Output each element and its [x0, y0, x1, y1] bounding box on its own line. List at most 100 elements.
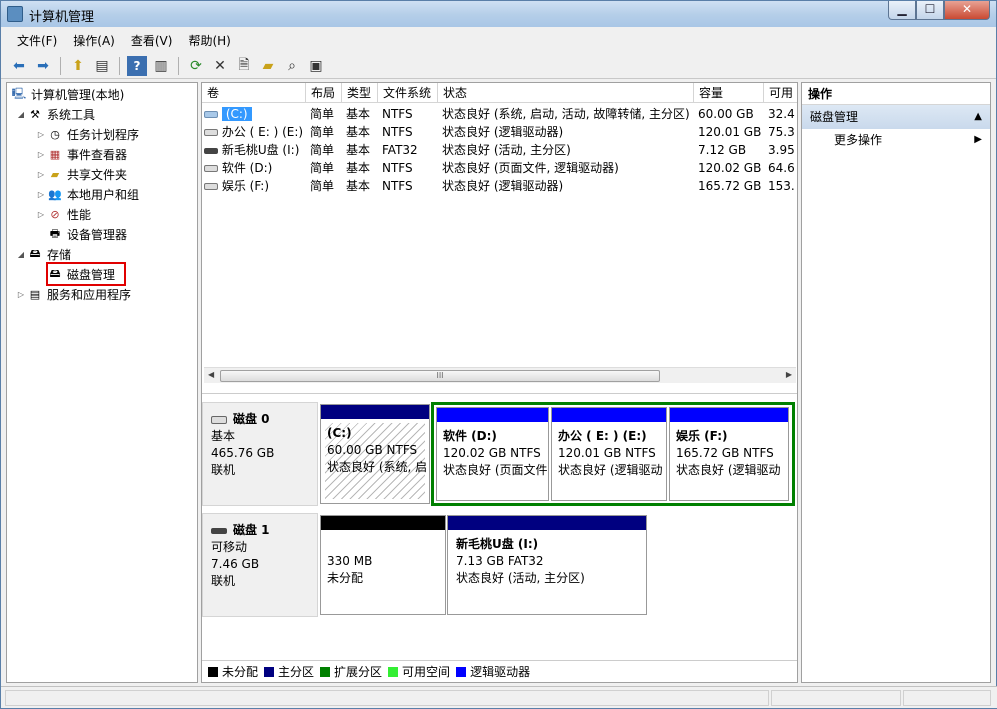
- collapse-up-icon[interactable]: ▲: [974, 105, 982, 129]
- table-row[interactable]: (C:) 简单 基本 NTFS 状态良好 (系统, 启动, 活动, 故障转储, …: [202, 105, 797, 123]
- table-row[interactable]: 软件 (D:) 简单 基本 NTFS 状态良好 (页面文件, 逻辑驱动器) 12…: [202, 159, 797, 177]
- col-status[interactable]: 状态: [438, 83, 694, 103]
- actions-header: 操作: [802, 83, 990, 105]
- up-icon[interactable]: ⬆: [68, 56, 88, 76]
- partition-d[interactable]: 软件 (D:) 120.02 GB NTFS 状态良好 (页面文件: [436, 407, 549, 501]
- col-free[interactable]: 可用: [764, 83, 797, 103]
- show-hide-tree-icon[interactable]: ▤: [92, 56, 112, 76]
- settings-icon[interactable]: ▣: [306, 56, 326, 76]
- properties-icon[interactable]: 🗎: [234, 56, 254, 76]
- expand-icon[interactable]: ▷: [35, 170, 47, 179]
- partition-status: 未分配: [327, 571, 364, 585]
- title-bar[interactable]: 计算机管理 ▁ ☐ ✕: [1, 1, 996, 27]
- drive-icon: [204, 183, 218, 190]
- volume-layout: 简单: [310, 107, 335, 121]
- expand-icon[interactable]: ▷: [15, 290, 27, 299]
- table-row[interactable]: 办公 ( E: ) (E:) 简单 基本 NTFS 状态良好 (逻辑驱动器) 1…: [202, 123, 797, 141]
- col-layout[interactable]: 布局: [306, 83, 342, 103]
- volume-type: 基本: [346, 143, 371, 157]
- disk1-info[interactable]: 磁盘 1 可移动 7.46 GB 联机: [202, 513, 318, 617]
- tree-storage[interactable]: ◢ 🖴 存储: [15, 245, 71, 263]
- disk0-name: 磁盘 0: [233, 412, 270, 426]
- more-actions-label: 更多操作: [834, 133, 883, 147]
- partition-f[interactable]: 娱乐 (F:) 165.72 GB NTFS 状态良好 (逻辑驱动: [669, 407, 789, 501]
- disk-layout-area: 磁盘 0 基本 465.76 GB 联机 (C:) 60.00 GB NTFS …: [202, 393, 797, 682]
- volume-type: 基本: [346, 125, 371, 139]
- partition-unallocated[interactable]: 330 MB 未分配: [320, 515, 446, 615]
- panel-icon[interactable]: ▥: [151, 56, 171, 76]
- legend-swatch: [208, 666, 218, 677]
- forward-icon[interactable]: ➡: [33, 56, 53, 76]
- partition-size: 330 MB: [327, 554, 373, 568]
- collapse-icon[interactable]: ◢: [15, 110, 27, 119]
- maximize-button[interactable]: ☐: [916, 1, 944, 20]
- delete-icon[interactable]: ✕: [210, 56, 230, 76]
- menu-action[interactable]: 操作(A): [65, 30, 123, 50]
- close-button[interactable]: ✕: [944, 1, 990, 20]
- menu-file[interactable]: 文件(F): [9, 30, 65, 50]
- horizontal-scrollbar[interactable]: ◀ III ▶: [204, 367, 796, 383]
- volume-name: 软件 (D:): [221, 161, 273, 175]
- open-icon[interactable]: ▰: [258, 56, 278, 76]
- actions-section-disk-management[interactable]: 磁盘管理 ▲: [802, 105, 990, 129]
- disk0-info[interactable]: 磁盘 0 基本 465.76 GB 联机: [202, 402, 318, 506]
- tree-services-apps[interactable]: ▷ ▤ 服务和应用程序: [15, 285, 131, 303]
- table-row[interactable]: 娱乐 (F:) 简单 基本 NTFS 状态良好 (逻辑驱动器) 165.72 G…: [202, 177, 797, 195]
- partition-i[interactable]: 新毛桃U盘 (I:) 7.13 GB FAT32 状态良好 (活动, 主分区): [447, 515, 647, 615]
- refresh-icon[interactable]: ⟳: [186, 56, 206, 76]
- tree-shared-folders[interactable]: ▷ ▰ 共享文件夹: [35, 165, 127, 183]
- removable-disk-icon: [211, 527, 227, 534]
- tree-event-viewer[interactable]: ▷ ▦ 事件查看器: [35, 145, 127, 163]
- volume-type: 基本: [346, 161, 371, 175]
- users-icon: 👥: [48, 187, 62, 201]
- tree-storage-label: 存储: [47, 247, 72, 262]
- partition-name: 娱乐 (F:): [676, 429, 728, 443]
- expand-icon[interactable]: ▷: [35, 150, 47, 159]
- scroll-thumb[interactable]: III: [220, 370, 660, 382]
- tree-performance-label: 性能: [67, 207, 92, 222]
- col-type[interactable]: 类型: [342, 83, 378, 103]
- partition-c[interactable]: (C:) 60.00 GB NTFS 状态良好 (系统, 启: [320, 404, 430, 504]
- more-actions-item[interactable]: 更多操作 ▶: [802, 129, 990, 151]
- partition-size: 7.13 GB FAT32: [456, 554, 544, 568]
- table-row[interactable]: 新毛桃U盘 (I:) 简单 基本 FAT32 状态良好 (活动, 主分区) 7.…: [202, 141, 797, 159]
- col-volume[interactable]: 卷: [202, 83, 306, 103]
- partition-name: 软件 (D:): [443, 429, 497, 443]
- disk1-status: 联机: [211, 574, 236, 588]
- volume-name: 办公 ( E: ) (E:): [221, 125, 304, 139]
- col-capacity[interactable]: 容量: [694, 83, 764, 103]
- tree-task-scheduler-label: 任务计划程序: [67, 127, 140, 142]
- expand-icon[interactable]: ▷: [35, 210, 47, 219]
- volume-type: 基本: [346, 179, 371, 193]
- tree-device-manager[interactable]: 🖶 设备管理器: [47, 225, 127, 243]
- tree-performance[interactable]: ▷ ⊘ 性能: [35, 205, 91, 223]
- expand-icon[interactable]: ▷: [35, 190, 47, 199]
- menu-view[interactable]: 查看(V): [123, 30, 181, 50]
- partition-e[interactable]: 办公 ( E: ) (E:) 120.01 GB NTFS 状态良好 (逻辑驱动: [551, 407, 667, 501]
- scroll-left-icon[interactable]: ◀: [208, 370, 214, 379]
- volume-filesystem: NTFS: [382, 179, 413, 193]
- partition-name: [327, 536, 445, 553]
- scroll-right-icon[interactable]: ▶: [786, 370, 792, 379]
- collapse-icon[interactable]: ◢: [15, 250, 27, 259]
- logical-drive-bar: [670, 408, 788, 422]
- expand-icon[interactable]: ▷: [35, 130, 47, 139]
- back-icon[interactable]: ⬅: [9, 56, 29, 76]
- volume-layout: 简单: [310, 125, 335, 139]
- status-segment: [903, 690, 991, 706]
- minimize-button[interactable]: ▁: [888, 1, 916, 20]
- tree-task-scheduler[interactable]: ▷ ◷ 任务计划程序: [35, 125, 139, 143]
- volume-free: 153.: [768, 179, 795, 193]
- menu-help[interactable]: 帮助(H): [180, 30, 238, 50]
- disk-management-pane: 卷 布局 类型 文件系统 状态 容量 可用 (C:) 简单 基本 NTFS 状态…: [201, 82, 798, 683]
- tree-system-tools[interactable]: ◢ ⚒ 系统工具: [15, 105, 95, 123]
- legend-item: 可用空间: [388, 663, 450, 680]
- computer-management-icon: [7, 6, 23, 22]
- storage-icon: 🖴: [29, 246, 41, 260]
- col-filesystem[interactable]: 文件系统: [378, 83, 438, 103]
- tree-local-users[interactable]: ▷ 👥 本地用户和组: [35, 185, 139, 203]
- search-icon[interactable]: ⌕: [282, 56, 302, 76]
- help-icon[interactable]: ?: [127, 55, 147, 76]
- tree-root[interactable]: 🖳 计算机管理(本地): [11, 85, 125, 103]
- toolbar: ⬅ ➡ ⬆ ▤ ? ▥ ⟳ ✕ 🗎 ▰ ⌕ ▣: [1, 53, 996, 79]
